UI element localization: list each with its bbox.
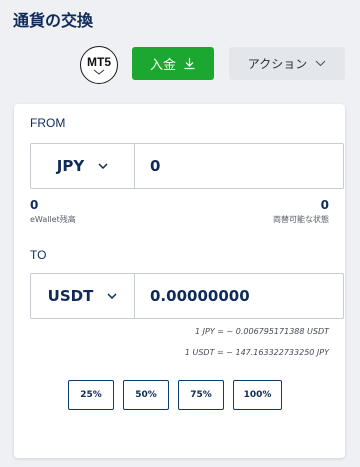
percent-25-button[interactable]: 25% xyxy=(68,380,114,410)
percent-75-button[interactable]: 75% xyxy=(178,380,224,410)
percent-buttons: 25% 50% 75% 100% xyxy=(68,380,282,410)
action-dropdown[interactable]: アクション xyxy=(229,47,345,80)
from-currency-select[interactable]: JPY xyxy=(31,144,135,188)
deposit-button[interactable]: 入金 xyxy=(132,47,214,80)
from-field: JPY 0 xyxy=(30,143,344,189)
chevron-down-icon xyxy=(107,293,117,299)
to-label: TO xyxy=(30,248,47,262)
rate-jpy-to-usdt: 1 JPY = ~ 0.006795171388 USDT xyxy=(195,327,329,336)
action-dropdown-label: アクション xyxy=(247,57,308,71)
from-label: FROM xyxy=(30,116,66,130)
download-icon xyxy=(184,58,195,70)
ewallet-balance-caption: eWallet残高 xyxy=(30,215,76,224)
deposit-button-label: 入金 xyxy=(149,58,176,73)
to-field: USDT 0.00000000 xyxy=(30,273,344,319)
rate-usdt-to-jpy: 1 USDT = ~ 147.163322733250 JPY xyxy=(184,348,329,357)
chevron-down-icon xyxy=(315,60,326,67)
from-amount-input[interactable]: 0 xyxy=(135,144,343,188)
chevron-down-icon xyxy=(93,69,105,75)
ewallet-balance: 0 xyxy=(30,198,39,212)
to-currency-value: USDT xyxy=(47,287,94,305)
to-currency-select[interactable]: USDT xyxy=(31,274,135,318)
exchangeable-balance: 0 xyxy=(320,198,329,212)
to-amount-input[interactable]: 0.00000000 xyxy=(135,274,343,318)
from-currency-value: JPY xyxy=(56,157,85,175)
page-title: 通貨の交換 xyxy=(13,11,94,30)
percent-50-button[interactable]: 50% xyxy=(123,380,169,410)
exchangeable-balance-caption: 両替可能な状態 xyxy=(273,215,329,224)
chevron-down-icon xyxy=(98,163,108,169)
platform-badge-label: MT5 xyxy=(87,54,111,69)
platform-switcher[interactable]: MT5 xyxy=(80,46,118,84)
exchange-card: FROM JPY 0 0 eWallet残高 0 両替可能な状態 TO USDT… xyxy=(14,104,345,458)
percent-100-button[interactable]: 100% xyxy=(233,380,282,410)
